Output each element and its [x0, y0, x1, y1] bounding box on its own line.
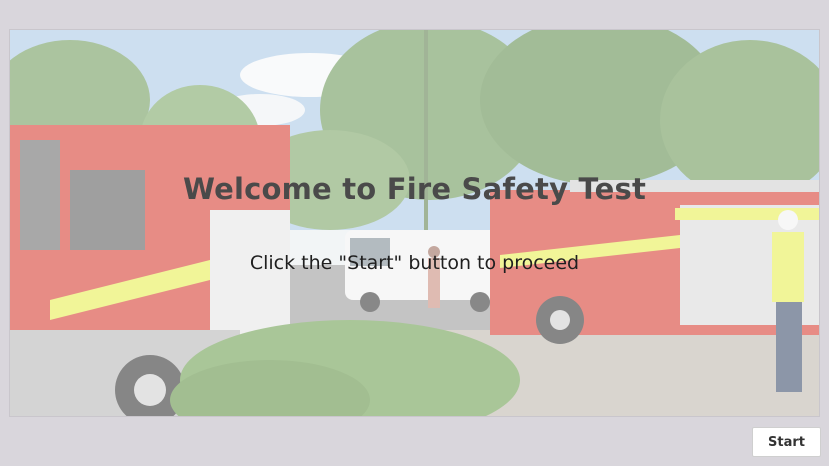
slide-stage: Welcome to Fire Safety Test Click the "S… [9, 29, 820, 417]
start-button[interactable]: Start [752, 427, 821, 457]
page-title: Welcome to Fire Safety Test [182, 172, 647, 206]
background-overlay [10, 30, 819, 416]
instruction-text: Click the "Start" button to proceed [249, 252, 580, 274]
